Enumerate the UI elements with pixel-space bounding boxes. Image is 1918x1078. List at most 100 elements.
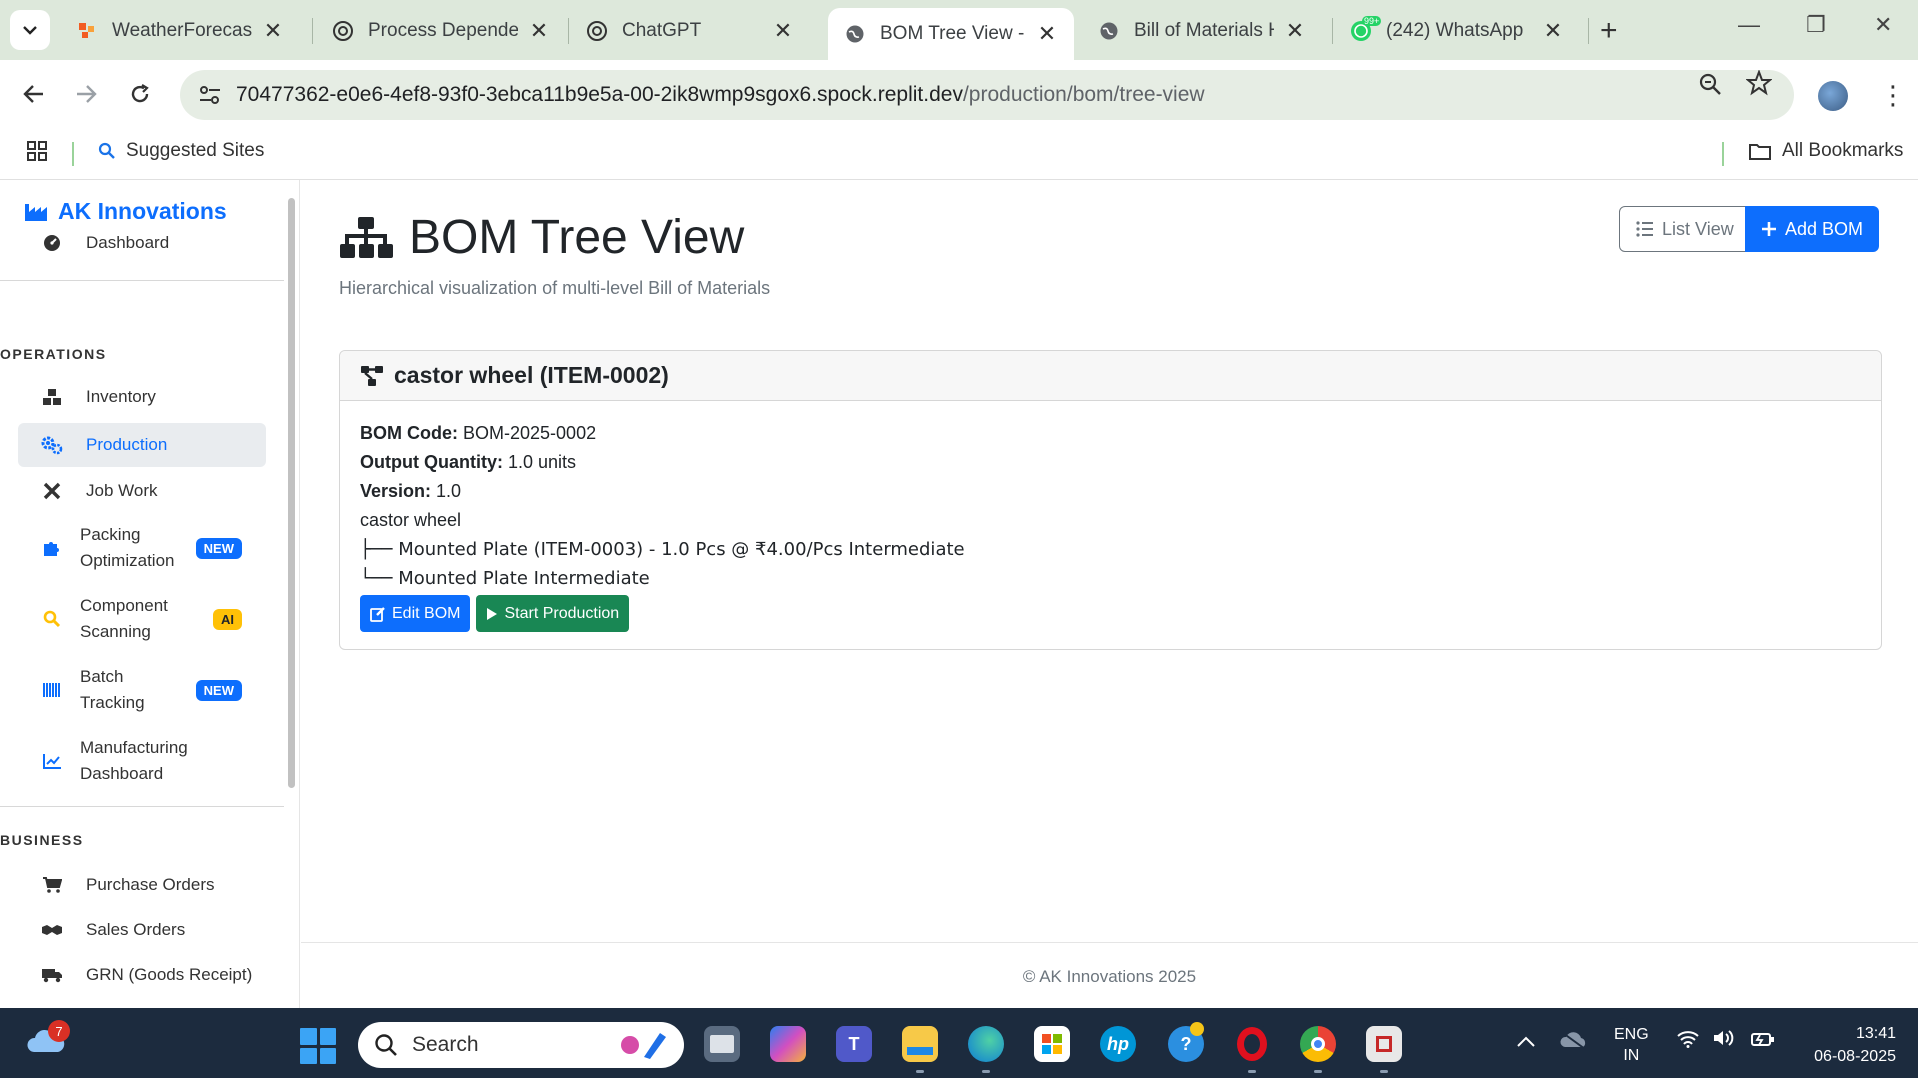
copilot-icon[interactable] xyxy=(770,1026,806,1062)
sidebar-item-grn[interactable]: GRN (Goods Receipt) xyxy=(18,958,266,992)
new-tab-plus-icon[interactable]: + xyxy=(1600,14,1618,48)
sidebar-item-label: GRN (Goods Receipt) xyxy=(86,965,253,984)
folder-icon xyxy=(1749,144,1771,160)
running-indicator xyxy=(982,1070,990,1073)
tab-chatgpt[interactable]: ChatGPT ✕ xyxy=(570,9,810,53)
scrollbar-thumb[interactable] xyxy=(288,198,295,788)
close-window-icon[interactable]: ✕ xyxy=(1874,12,1892,38)
list-view-button[interactable]: List View xyxy=(1619,206,1751,252)
button-label: Start Production xyxy=(504,605,620,622)
close-tab-icon[interactable]: ✕ xyxy=(262,18,284,44)
battery-icon[interactable] xyxy=(1750,1028,1776,1054)
sidebar-item-job-work[interactable]: Job Work xyxy=(18,474,266,508)
sidebar-item-label: Production xyxy=(86,435,168,454)
label-line: Batch xyxy=(80,667,124,686)
sidebar: AK Innovations Dashboard OPERATIONS Inve… xyxy=(0,180,300,1010)
site-settings-icon[interactable] xyxy=(198,84,224,106)
tab-divider xyxy=(312,18,313,44)
task-view-icon[interactable] xyxy=(704,1026,740,1062)
search-icon xyxy=(375,1034,397,1056)
profile-avatar[interactable] xyxy=(1818,81,1848,111)
chatgpt-favicon xyxy=(332,20,354,42)
play-icon xyxy=(487,607,498,620)
close-tab-icon[interactable]: ✕ xyxy=(528,18,550,44)
bookmark-star-icon[interactable] xyxy=(1745,69,1773,103)
teams-icon[interactable]: T xyxy=(836,1026,872,1062)
chrome-icon[interactable] xyxy=(1300,1026,1336,1062)
windows-start-icon[interactable] xyxy=(300,1028,336,1064)
sidebar-item-manufacturing-dashboard[interactable]: Manufacturing Dashboard xyxy=(18,733,266,789)
close-tab-icon[interactable]: ✕ xyxy=(772,18,794,44)
label-line: Component xyxy=(80,596,168,615)
bom-code-value: BOM-2025-0002 xyxy=(463,423,597,443)
file-explorer-icon[interactable] xyxy=(902,1026,938,1062)
tray-overflow-icon[interactable] xyxy=(1516,1028,1536,1054)
sidebar-item-label: Packing Optimization xyxy=(80,522,174,574)
tree-root: castor wheel xyxy=(360,510,462,530)
label-line: Dashboard xyxy=(80,764,164,783)
language-indicator[interactable]: ENG IN xyxy=(1614,1024,1649,1066)
close-tab-icon[interactable]: ✕ xyxy=(1284,18,1306,44)
browser-tab-bar: WeatherForecast - ✕ Process Dependen ✕ C… xyxy=(0,0,1918,60)
apps-grid-icon[interactable] xyxy=(26,140,48,162)
suggested-sites-bookmark[interactable]: Suggested Sites xyxy=(98,140,264,162)
close-tab-icon[interactable]: ✕ xyxy=(1036,21,1058,47)
sidebar-item-packing-optimization[interactable]: Packing Optimization NEW xyxy=(18,520,266,576)
system-clock[interactable]: 13:41 06-08-2025 xyxy=(1796,1022,1896,1068)
forward-arrow-icon[interactable] xyxy=(68,76,104,112)
sidebar-item-production[interactable]: Production xyxy=(18,423,266,467)
edit-bom-button[interactable]: Edit BOM xyxy=(360,595,471,632)
sidebar-item-batch-tracking[interactable]: Batch Tracking NEW xyxy=(18,662,266,718)
sidebar-item-purchase-orders[interactable]: Purchase Orders xyxy=(18,868,266,902)
bom-code-row: BOM Code: BOM-2025-0002 xyxy=(360,419,1861,448)
bookmark-label: All Bookmarks xyxy=(1782,140,1904,161)
close-tab-icon[interactable]: ✕ xyxy=(1542,18,1564,44)
barcode-icon xyxy=(40,678,64,702)
sidebar-item-dashboard[interactable]: Dashboard xyxy=(18,228,266,258)
sidebar-item-inventory[interactable]: Inventory xyxy=(18,380,266,414)
address-bar[interactable]: 70477362-e0e6-4ef8-93f0-3ebca11b9e5a-00-… xyxy=(180,70,1794,120)
field-label: Output Quantity: xyxy=(360,452,503,472)
tab-whatsapp[interactable]: 99+ (242) WhatsApp ✕ xyxy=(1334,9,1580,53)
tab-title: ChatGPT xyxy=(622,20,702,41)
tab-bill-of-materials[interactable]: Bill of Materials He ✕ xyxy=(1082,9,1322,53)
tab-search-button[interactable] xyxy=(10,10,50,50)
new-badge: NEW xyxy=(195,679,242,701)
edge-icon[interactable] xyxy=(968,1026,1004,1062)
edit-icon xyxy=(370,606,385,622)
restore-icon[interactable]: ❐ xyxy=(1806,12,1826,38)
all-bookmarks-button[interactable]: All Bookmarks xyxy=(1748,140,1903,162)
start-production-button[interactable]: Start Production xyxy=(476,595,630,632)
lang-line: IN xyxy=(1623,1047,1640,1064)
sidebar-item-component-scanning[interactable]: Component Scanning AI xyxy=(18,591,266,647)
add-bom-button[interactable]: Add BOM xyxy=(1745,206,1880,252)
tree-node: ├── Mounted Plate (ITEM-0003) - 1.0 Pcs … xyxy=(360,539,965,560)
zoom-icon[interactable] xyxy=(1698,72,1722,103)
volume-icon[interactable] xyxy=(1712,1028,1736,1054)
bookmark-divider xyxy=(72,142,74,166)
main-content: BOM Tree View Hierarchical visualization… xyxy=(301,180,1918,1010)
taskbar-search[interactable]: Search xyxy=(358,1022,684,1068)
minimize-icon[interactable]: — xyxy=(1738,12,1760,38)
more-menu-icon[interactable]: ⋮ xyxy=(1880,80,1906,111)
sidebar-item-sales-orders[interactable]: Sales Orders xyxy=(18,913,266,947)
reload-icon[interactable] xyxy=(122,76,158,112)
sidebar-scrollbar[interactable] xyxy=(286,180,296,1010)
tab-process-dependency[interactable]: Process Dependen ✕ xyxy=(316,9,566,53)
back-arrow-icon[interactable] xyxy=(16,76,52,112)
sidebar-item-label: Batch Tracking xyxy=(80,664,145,716)
wifi-icon[interactable] xyxy=(1676,1028,1700,1054)
new-badge: NEW xyxy=(195,537,242,559)
opera-icon[interactable] xyxy=(1234,1026,1270,1062)
running-indicator xyxy=(1314,1070,1322,1073)
tab-bom-tree-view[interactable]: BOM Tree View - F ✕ xyxy=(828,8,1074,60)
microsoft-store-icon[interactable] xyxy=(1034,1026,1070,1062)
onedrive-icon[interactable] xyxy=(1560,1030,1588,1056)
brand-logo[interactable]: AK Innovations xyxy=(24,198,227,225)
hp-icon[interactable]: hp xyxy=(1100,1026,1136,1062)
field-label: BOM Code: xyxy=(360,423,458,443)
bom-card-title: castor wheel (ITEM-0002) xyxy=(394,362,669,388)
tab-weatherforecast[interactable]: WeatherForecast - ✕ xyxy=(60,9,300,53)
snipping-tool-icon[interactable] xyxy=(1366,1026,1402,1062)
factory-icon xyxy=(25,203,47,221)
